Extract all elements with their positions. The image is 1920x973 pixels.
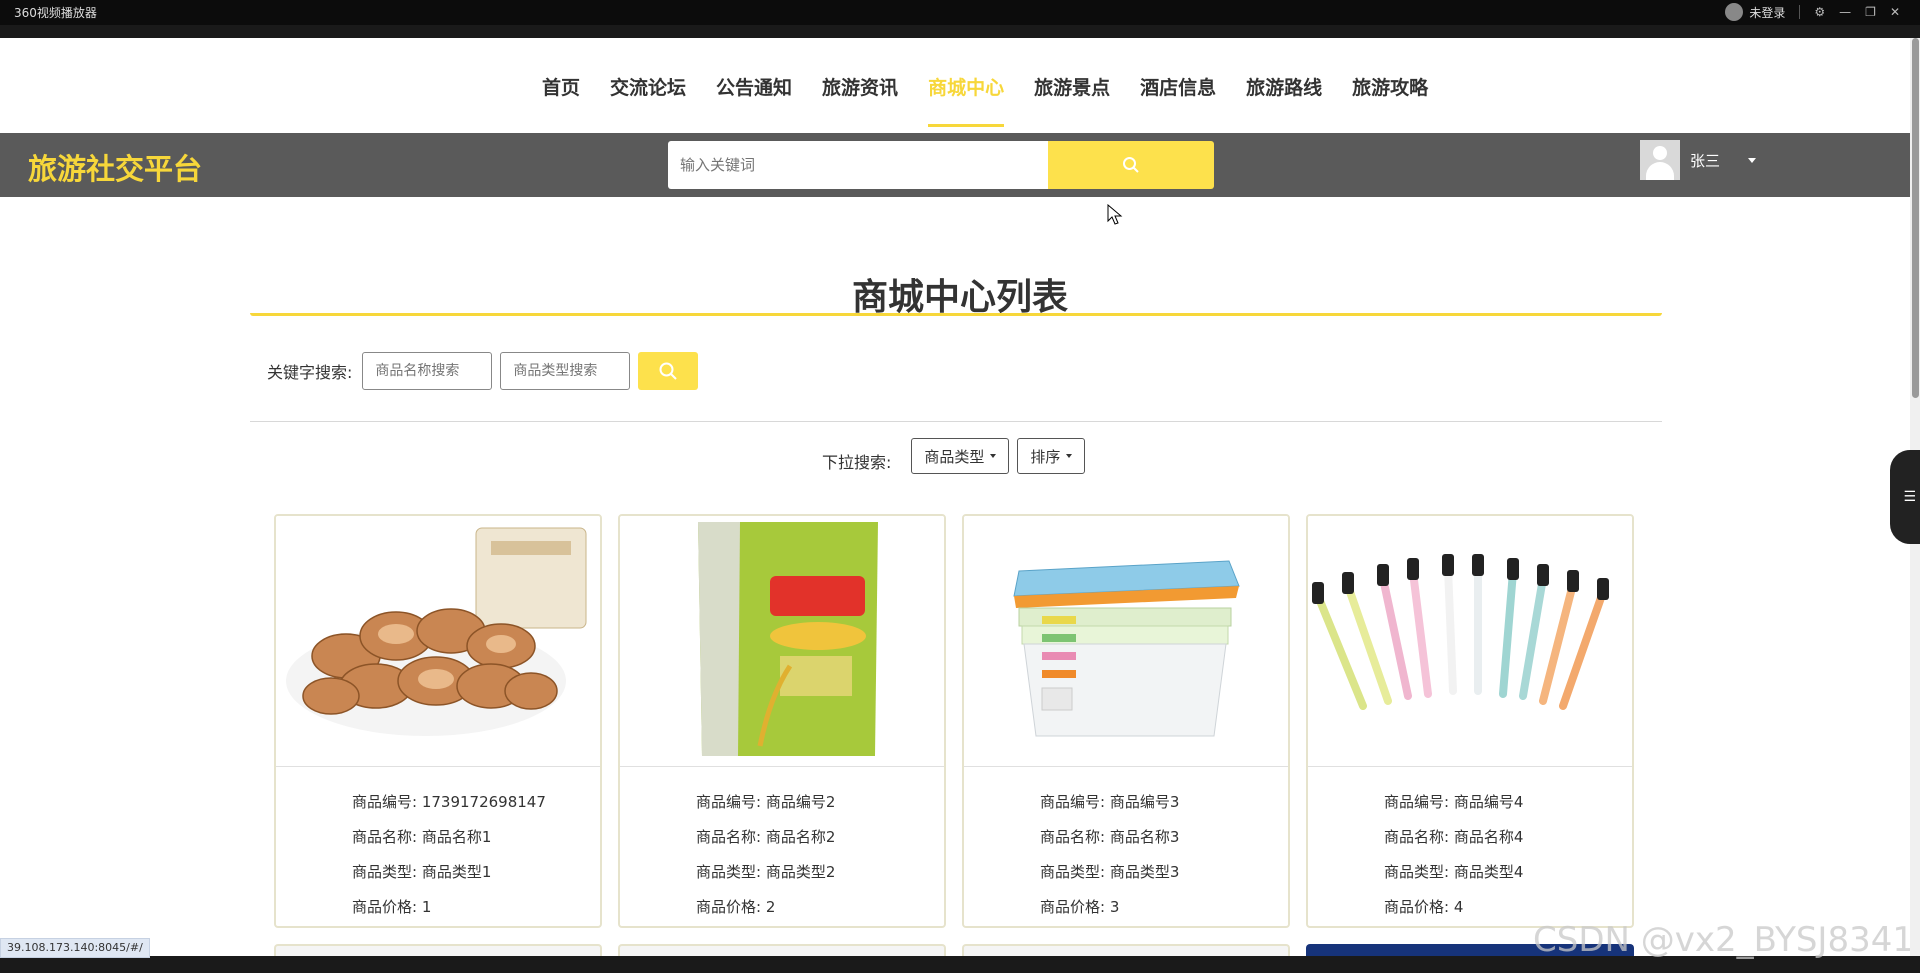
global-search-button[interactable]	[1048, 141, 1214, 189]
global-search	[668, 141, 1214, 189]
dropdown-search-row: 下拉搜索: 商品类型 排序	[822, 438, 1086, 474]
product-price: 商品价格: 3	[1040, 898, 1120, 916]
player-strip	[0, 25, 1920, 38]
player-login-label: 未登录	[1749, 5, 1786, 20]
nav-item-mall[interactable]: 商城中心	[913, 77, 1019, 127]
product-card[interactable]: 商品编号: 商品编号4 商品名称: 商品名称4 商品类型: 商品类型4 商品价格…	[1306, 514, 1634, 928]
sort-dropdown-label: 排序	[1030, 447, 1061, 466]
player-login[interactable]: 未登录	[1725, 3, 1785, 21]
keyword-search-row: 关键字搜索:	[267, 352, 699, 390]
nav-item-route[interactable]: 旅游路线	[1231, 77, 1337, 127]
product-card[interactable]: 商品编号: 商品编号2 商品名称: 商品名称2 商品类型: 商品类型2 商品价格…	[618, 514, 946, 928]
player-title: 360视频播放器	[14, 6, 97, 20]
sort-dropdown[interactable]: 排序	[1017, 438, 1086, 474]
nav-item-news[interactable]: 旅游资讯	[807, 77, 913, 127]
watermark: CSDN @vx2_BYSJ8341	[1533, 920, 1914, 960]
scroll-thumb[interactable]	[1912, 38, 1919, 398]
brand-logo[interactable]: 旅游社交平台	[28, 146, 202, 188]
nav-item-forum[interactable]: 交流论坛	[595, 77, 701, 127]
player-title-bar: 360视频播放器 未登录 ⚙ — ❐ ✕	[0, 0, 1920, 25]
player-avatar-icon	[1725, 3, 1744, 21]
product-image-almonds[interactable]	[276, 516, 600, 767]
product-type: 商品类型: 商品类型2	[696, 863, 836, 881]
product-grid-next-row	[274, 944, 1634, 956]
side-panel-toggle[interactable]: ☰	[1890, 450, 1920, 544]
nav-item-guide[interactable]: 旅游攻略	[1337, 77, 1443, 127]
product-grid: 商品编号: 1739172698147 商品名称: 商品名称1 商品类型: 商品…	[274, 514, 1634, 928]
product-type: 商品类型: 商品类型4	[1384, 863, 1524, 881]
dropdown-search-label: 下拉搜索:	[822, 453, 892, 472]
user-name: 张三	[1690, 151, 1721, 170]
product-card[interactable]	[274, 944, 602, 956]
site-header: 旅游社交平台 张三	[0, 133, 1910, 197]
close-icon[interactable]: ✕	[1890, 5, 1900, 19]
product-price: 商品价格: 1	[352, 898, 432, 916]
product-type-search-input[interactable]	[500, 352, 631, 390]
search-icon	[1123, 157, 1139, 173]
nav-item-scenic[interactable]: 旅游景点	[1019, 77, 1125, 127]
nav-item-hotel[interactable]: 酒店信息	[1125, 77, 1231, 127]
avatar	[1640, 140, 1680, 180]
product-name: 商品名称: 商品名称2	[696, 828, 836, 846]
top-navigation: 首页 交流论坛 公告通知 旅游资讯 商城中心 旅游景点 酒店信息 旅游路线 旅游…	[0, 38, 1910, 133]
product-code: 商品编号: 商品编号3	[1040, 793, 1180, 811]
product-image-rice-bag[interactable]	[620, 516, 944, 767]
caret-down-icon	[990, 454, 997, 458]
keyword-search-button[interactable]	[638, 352, 699, 390]
list-icon: ☰	[1903, 489, 1916, 505]
product-image-storage-boxes[interactable]	[964, 516, 1288, 767]
player-separator	[1799, 5, 1801, 19]
product-info: 商品编号: 商品编号3 商品名称: 商品名称3 商品类型: 商品类型3 商品价格…	[964, 767, 1288, 925]
mouse-cursor-icon	[1107, 204, 1123, 225]
product-card[interactable]: 商品编号: 1739172698147 商品名称: 商品名称1 商品类型: 商品…	[274, 514, 602, 928]
product-name: 商品名称: 商品名称4	[1384, 828, 1524, 846]
caret-down-icon	[1066, 454, 1073, 458]
global-search-input[interactable]	[668, 141, 1048, 189]
minimize-icon[interactable]: —	[1839, 5, 1851, 19]
product-info: 商品编号: 商品编号4 商品名称: 商品名称4 商品类型: 商品类型4 商品价格…	[1308, 767, 1632, 925]
title-underline	[250, 313, 1662, 316]
product-code: 商品编号: 商品编号4	[1384, 793, 1524, 811]
product-price: 商品价格: 2	[696, 898, 776, 916]
product-card[interactable]: 商品编号: 商品编号3 商品名称: 商品名称3 商品类型: 商品类型3 商品价格…	[962, 514, 1290, 928]
product-image-toothbrushes[interactable]	[1308, 516, 1632, 767]
restore-icon[interactable]: ❐	[1865, 5, 1876, 19]
user-menu[interactable]: 张三	[1640, 140, 1757, 180]
keyword-search-label: 关键字搜索:	[267, 363, 353, 382]
product-code: 商品编号: 1739172698147	[352, 793, 546, 811]
status-url: 39.108.173.140:8045/#/	[0, 938, 150, 958]
product-info: 商品编号: 1739172698147 商品名称: 商品名称1 商品类型: 商品…	[276, 767, 600, 925]
product-code: 商品编号: 商品编号2	[696, 793, 836, 811]
search-icon	[659, 362, 678, 380]
product-name: 商品名称: 商品名称3	[1040, 828, 1180, 846]
product-info: 商品编号: 商品编号2 商品名称: 商品名称2 商品类型: 商品类型2 商品价格…	[620, 767, 944, 925]
product-name: 商品名称: 商品名称1	[352, 828, 492, 846]
product-type-dropdown[interactable]: 商品类型	[911, 438, 1010, 474]
product-type: 商品类型: 商品类型3	[1040, 863, 1180, 881]
nav-item-notice[interactable]: 公告通知	[701, 77, 807, 127]
product-type-dropdown-label: 商品类型	[924, 447, 985, 466]
player-controls: 未登录 ⚙ — ❐ ✕	[1725, 3, 1900, 21]
product-card[interactable]	[618, 944, 946, 956]
nav-item-home[interactable]: 首页	[527, 77, 595, 127]
chevron-down-icon	[1748, 157, 1757, 163]
gear-icon[interactable]: ⚙	[1814, 5, 1825, 19]
product-type: 商品类型: 商品类型1	[352, 863, 492, 881]
section-divider	[250, 421, 1662, 422]
nav-list: 首页 交流论坛 公告通知 旅游资讯 商城中心 旅游景点 酒店信息 旅游路线 旅游…	[527, 77, 1443, 127]
product-name-search-input[interactable]	[362, 352, 493, 390]
product-card[interactable]	[962, 944, 1290, 956]
